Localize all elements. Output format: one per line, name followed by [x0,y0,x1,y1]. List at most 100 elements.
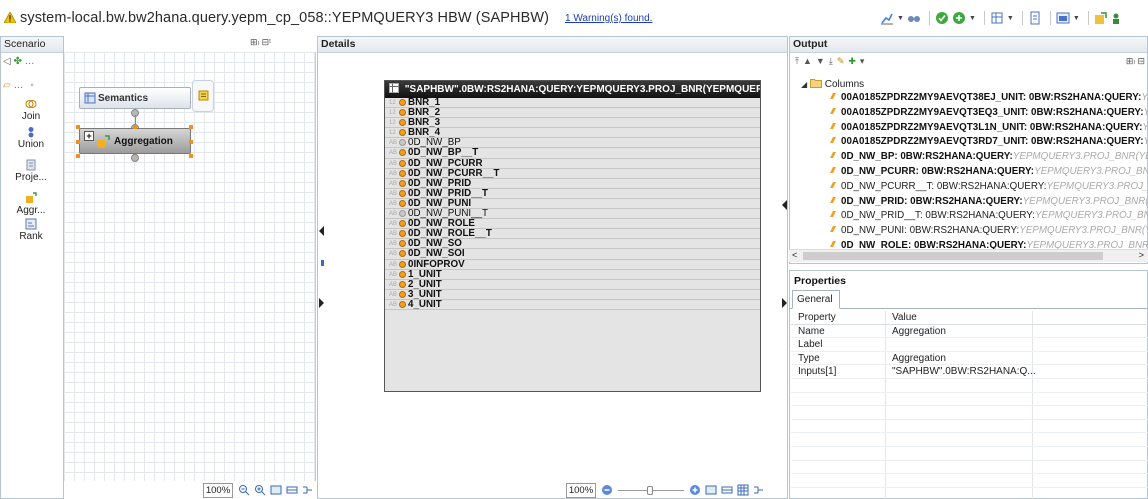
attribute-icon[interactable] [399,240,406,248]
attribute-icon[interactable] [399,270,406,278]
columns-folder[interactable]: ◢ Columns [801,78,864,90]
zoom-in-icon[interactable] [254,484,266,496]
collapse-left-icon[interactable] [782,198,787,212]
output-horizontal-scrollbar[interactable]: < > [789,249,1148,262]
attribute-icon[interactable] [399,290,406,298]
selection-handle[interactable] [76,125,80,129]
measure-icon[interactable] [399,99,406,106]
expand-plus-icon[interactable]: + [84,131,94,141]
warnings-link[interactable]: 1 Warning(s) found. [565,13,652,24]
palette-aggregation[interactable]: Aggr... [0,192,62,216]
attribute-icon[interactable] [399,179,406,187]
chevron-down-icon[interactable]: ▼ [969,15,976,22]
zoom-out-icon[interactable] [601,484,613,496]
palette-rank[interactable]: Rank [0,218,62,242]
attribute-icon[interactable] [399,250,406,258]
selection-handle[interactable] [189,154,193,158]
table-row[interactable]: 12 BNR_3 [385,118,760,129]
inactive-column-icon[interactable] [399,210,406,218]
attribute-icon[interactable] [399,280,406,288]
chart-icon[interactable] [880,11,894,25]
canvas-zoom-level[interactable]: 100% [203,482,233,498]
property-row[interactable] [791,392,1148,407]
activate-icon[interactable] [952,11,966,25]
output-column-item[interactable]: 00A0185ZPDRZ2MY9AEVQT3L1N_UNIT: 0BW:RS2H… [829,122,1148,133]
output-column-item[interactable]: 0D_NW_PCURR__T: 0BW:RS2HANA:QUERY:YEPMQU… [829,181,1148,192]
property-row[interactable] [791,474,1148,488]
aggregation-node[interactable]: + Aggregation [79,128,191,154]
data-preview-icon[interactable] [990,11,1004,25]
input-table-node[interactable]: "SAPHBW".0BW:RS2HANA:QUERY:YEPMQUERY3.PR… [384,80,761,392]
sash-grip[interactable] [321,260,324,266]
semantics-node[interactable]: Semantics [79,87,191,109]
attribute-icon[interactable] [399,220,406,228]
table-row[interactable]: 12 BNR_2 [385,108,760,119]
attribute-icon[interactable] [399,149,406,157]
zoom-out-icon[interactable] [238,484,250,496]
measure-icon[interactable] [399,119,406,127]
property-row[interactable] [791,378,1148,393]
move-up-icon[interactable]: ▲ [803,56,816,66]
scroll-left-icon[interactable]: < [792,250,797,260]
output-column-item[interactable]: 0D_NW_BP: 0BW:RS2HANA:QUERY:YEPMQUERY3.P… [829,151,1148,162]
output-column-item[interactable]: 00A0185ZPDRZ2MY9AEVQT3EQ3_UNIT: 0BW:RS2H… [829,107,1148,118]
input-table-header[interactable]: "SAPHBW".0BW:RS2HANA:QUERY:YEPMQUERY3.PR… [385,81,760,98]
selection-handle[interactable] [76,154,80,158]
chevron-down-icon[interactable]: ▼ [1007,15,1014,22]
add-icon[interactable]: ✚ [848,56,860,66]
semantics-side-button[interactable] [192,80,214,112]
tree-expanded-icon[interactable]: ◢ [801,80,807,89]
chevron-down-icon[interactable]: ▼ [1073,15,1080,22]
output-column-item[interactable]: 0D_NW_PRID__T: 0BW:RS2HANA:QUERY:YEPMQUE… [829,210,1148,221]
selection-handle[interactable] [189,140,193,144]
property-row[interactable]: Name Aggregation [791,324,1148,339]
back-arrow-icon[interactable]: ◁ [3,56,11,67]
layout-icon[interactable] [1056,11,1070,25]
move-top-icon[interactable]: ⤒ [795,56,803,66]
property-row[interactable] [791,487,1148,499]
tab-general[interactable]: General [792,290,840,309]
property-value[interactable]: Aggregation [892,325,946,339]
document-icon[interactable] [1028,11,1042,25]
property-row[interactable]: Label [791,338,1148,352]
zoom-slider-thumb[interactable] [647,485,653,495]
palette-join[interactable]: Join [0,98,62,122]
folder-icon[interactable]: ▱ [3,80,11,91]
move-bottom-icon[interactable]: ⤓ [829,56,837,66]
property-row[interactable] [791,433,1148,447]
grid-icon[interactable] [737,484,749,496]
property-row[interactable] [791,460,1148,475]
expand-right-icon[interactable] [782,296,787,310]
property-row[interactable] [791,446,1148,461]
selection-handle[interactable] [76,140,80,144]
attribute-icon[interactable] [399,300,406,308]
output-column-item[interactable]: 0D_NW_PUNI: 0BW:RS2HANA:QUERY:YEPMQUERY3… [829,225,1148,236]
output-column-item[interactable]: 0D_NW_PCURR: 0BW:RS2HANA:QUERY:YEPMQUERY… [829,166,1148,177]
table-row[interactable]: AB 4_UNIT [385,299,760,310]
property-row[interactable] [791,406,1148,420]
scroll-right-icon[interactable]: > [1139,250,1144,260]
auto-layout-icon[interactable] [721,484,733,496]
property-value[interactable]: "SAPHBW".0BW:RS2HANA:Q... [892,365,1036,379]
fit-to-window-icon[interactable] [705,484,717,496]
zoom-slider-track[interactable] [618,485,684,495]
attribute-icon[interactable] [399,169,406,177]
output-column-item[interactable]: 0D_NW_PRID: 0BW:RS2HANA:QUERY:YEPMQUERY3… [829,196,1148,207]
more-icon[interactable]: … [25,56,35,67]
find-icon[interactable] [907,11,921,25]
output-column-item[interactable]: 00A0185ZPDRZ2MY9AEVQT38EJ_UNIT: 0BW:RS2H… [829,92,1148,103]
scenario-switch-icon[interactable]: ✤ [13,56,21,67]
tree-layout-icon[interactable] [302,484,314,496]
chevron-down-icon[interactable]: ▼ [897,15,904,22]
property-row[interactable]: Type Aggregation [791,351,1148,366]
palette-projection[interactable]: Proje... [0,159,62,183]
chevron-down-icon[interactable]: ▾ [860,56,869,66]
validate-icon[interactable] [935,11,949,25]
measure-icon[interactable] [399,109,406,117]
people-icon[interactable] [1111,11,1125,25]
property-row[interactable]: Inputs[1] "SAPHBW".0BW:RS2HANA:Q... [791,365,1148,379]
palette-union[interactable]: Union [0,126,62,150]
move-down-icon[interactable]: ▼ [816,56,829,66]
scrollbar-thumb[interactable] [803,252,1103,260]
table-row[interactable]: 12 BNR_1 [385,98,760,109]
